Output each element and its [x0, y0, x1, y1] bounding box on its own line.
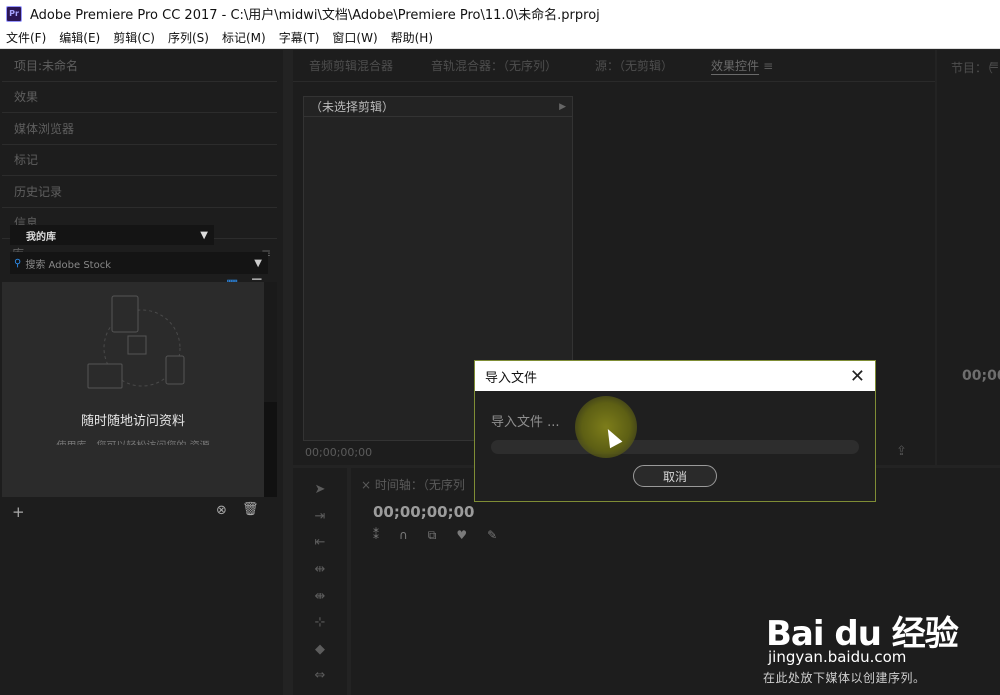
menu-edit[interactable]: 编辑(E): [59, 29, 100, 46]
menu-file[interactable]: 文件(F): [6, 29, 46, 46]
clip-header-label: （未选择剪辑）: [310, 100, 395, 114]
timeline-drop-hint: 在此处放下媒体以创建序列。: [763, 671, 926, 685]
close-icon[interactable]: ✕: [850, 366, 865, 387]
play-triangle-icon[interactable]: ▶: [559, 102, 566, 112]
window-titlebar: Pr Adobe Premiere Pro CC 2017 - C:\用户\mi…: [0, 0, 1000, 27]
panel-markers[interactable]: 标记: [2, 145, 277, 176]
rate-stretch-tool-icon[interactable]: ⇼: [315, 589, 326, 616]
devices-icon: [87, 295, 185, 389]
cancel-button[interactable]: 取消: [633, 465, 717, 487]
tab-timeline[interactable]: × 时间轴：（无序列: [361, 476, 465, 493]
selection-tool-icon[interactable]: ➤: [315, 482, 326, 509]
timeline-timecode[interactable]: 00;00;00;00: [373, 503, 475, 521]
panel-media-browser[interactable]: 媒体浏览器: [2, 113, 277, 145]
snap-magnet-icon[interactable]: ∩: [399, 528, 408, 543]
track-select-tool-icon[interactable]: ⇥: [315, 509, 326, 536]
menu-sequence[interactable]: 序列(S): [168, 29, 209, 46]
menu-clip[interactable]: 剪辑(C): [113, 29, 155, 46]
cloud-sync-icon[interactable]: ⊗: [216, 503, 227, 518]
dialog-title: 导入文件: [485, 370, 538, 386]
import-dialog: 导入文件 ✕ 导入文件 ... 取消: [474, 360, 876, 502]
library-footer: + ⊗ 🗑: [2, 497, 277, 527]
library-select-value: 我的库: [26, 231, 56, 243]
import-progress-bar: [491, 440, 859, 454]
razor-tool-icon[interactable]: ⊹: [315, 615, 326, 642]
slip-tool-icon[interactable]: ◆: [315, 642, 325, 669]
panel-project[interactable]: 项目:未命名: [2, 50, 277, 82]
search-placeholder: 搜索 Adobe Stock: [25, 259, 111, 271]
search-icon: ⚲: [14, 257, 22, 269]
ripple-edit-tool-icon[interactable]: ⇤: [315, 535, 326, 562]
tab-audio-track-mixer[interactable]: 音轨混合器：（无序列）: [431, 57, 557, 74]
timeline-toolbar: ⁑ ∩ ⧉ ♥ ✎: [373, 528, 497, 543]
menu-title[interactable]: 字幕(T): [279, 29, 320, 46]
wrench-icon[interactable]: ✎: [487, 528, 497, 543]
premiere-logo-icon: Pr: [6, 5, 22, 22]
library-body: 随时随地访问资料 使用库，您可以轻松访问您的 资源: [2, 282, 264, 497]
program-monitor: 节目：（ ≡ 00;00: [937, 50, 1000, 465]
dialog-titlebar: 导入文件 ✕: [475, 361, 875, 391]
export-frame-icon[interactable]: ⇪: [896, 444, 907, 459]
slide-tool-icon[interactable]: ⇔: [315, 668, 326, 695]
rolling-edit-tool-icon[interactable]: ⇹: [315, 562, 326, 589]
menu-marker[interactable]: 标记(M): [222, 29, 266, 46]
mid-tabs: 音频剪辑混合器 音轨混合器：（无序列） 源：（无剪辑） 效果控件 ≡: [293, 50, 935, 82]
tab-source[interactable]: 源：（无剪辑）: [595, 57, 673, 74]
clip-header: （未选择剪辑） ▶: [304, 97, 572, 117]
library-message: 随时随地访问资料: [80, 414, 185, 429]
menu-help[interactable]: 帮助(H): [391, 29, 433, 46]
library-search-input[interactable]: ⚲ 搜索 Adobe Stock ▼: [10, 252, 268, 274]
panel-history[interactable]: 历史记录: [2, 176, 277, 208]
program-timecode: 00;00: [962, 368, 1000, 384]
scrollbar-thumb[interactable]: [264, 402, 277, 497]
chevron-down-icon[interactable]: ▼: [254, 258, 262, 269]
add-icon[interactable]: +: [12, 503, 25, 521]
add-marker-icon[interactable]: ♥: [456, 528, 467, 543]
chevron-down-icon: ▼: [200, 229, 208, 241]
tab-effect-controls[interactable]: 效果控件: [711, 57, 759, 74]
insert-sequence-icon[interactable]: ⁑: [373, 528, 379, 543]
menu-bar: 文件(F) 编辑(E) 剪辑(C) 序列(S) 标记(M) 字幕(T) 窗口(W…: [0, 27, 1000, 49]
cursor-highlight: [575, 396, 637, 458]
library-scrollbar[interactable]: [264, 282, 277, 497]
trash-icon[interactable]: 🗑: [242, 502, 259, 517]
window-title: Adobe Premiere Pro CC 2017 - C:\用户\midwi…: [30, 8, 600, 23]
tools-panel: ➤ ⇥ ⇤ ⇹ ⇼ ⊹ ◆ ⇔: [293, 468, 347, 695]
menu-window[interactable]: 窗口(W): [332, 29, 377, 46]
program-title[interactable]: 节目：（: [951, 59, 993, 76]
tab-audio-clip-mixer[interactable]: 音频剪辑混合器: [309, 57, 393, 74]
dialog-message: 导入文件 ...: [491, 415, 560, 430]
baidu-watermark: Bai du 经验 jingyan.baidu.com: [766, 588, 966, 666]
library-submessage: 使用库，您可以轻松访问您的 资源: [2, 437, 264, 445]
panel-effects[interactable]: 效果: [2, 82, 277, 113]
baidu-url: jingyan.baidu.com: [768, 648, 907, 666]
linked-selection-icon[interactable]: ⧉: [428, 528, 437, 543]
panel-menu-icon[interactable]: ≡: [989, 58, 999, 72]
effect-controls-timecode: 00;00;00;00: [305, 446, 373, 459]
library-select[interactable]: 我的库 ▼: [10, 225, 214, 245]
panel-menu-icon[interactable]: ≡: [763, 59, 773, 73]
